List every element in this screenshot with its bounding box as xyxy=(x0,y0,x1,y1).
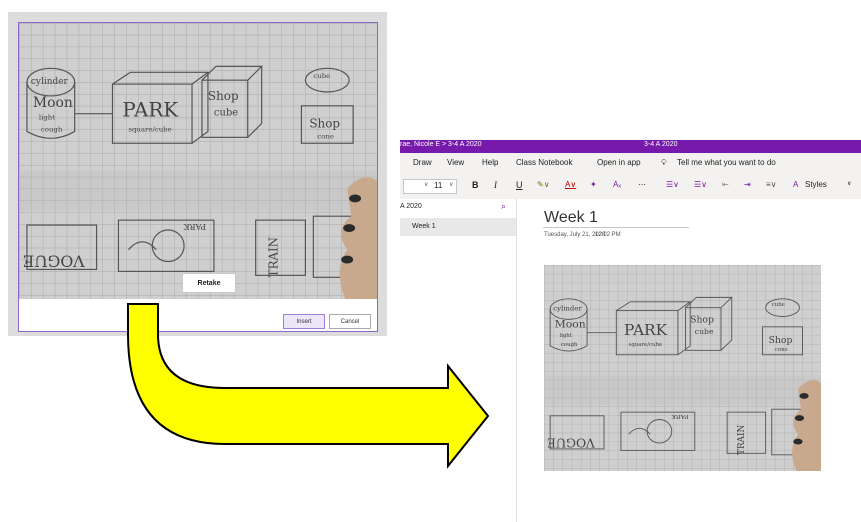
sidebar: A 2020 ⌕ Week 1 xyxy=(400,199,517,522)
notebook-title: 3-4 A 2020 xyxy=(644,141,678,148)
menu-draw[interactable]: Draw xyxy=(413,158,432,167)
breadcrumb[interactable]: rae, Nicole E > 3-4 A 2020 xyxy=(400,140,482,149)
retake-button[interactable]: Retake xyxy=(182,273,236,293)
inserted-image[interactable] xyxy=(544,265,821,471)
menu-help[interactable]: Help xyxy=(482,158,498,167)
numbering-icon[interactable]: ☰∨ xyxy=(694,180,707,189)
tell-me-search[interactable]: Tell me what you want to do xyxy=(677,158,776,167)
styles-icon[interactable]: A xyxy=(793,180,798,189)
styles-chevron-icon[interactable]: ∨ xyxy=(847,180,851,187)
onenote-window: rae, Nicole E > 3-4 A 2020 3-4 A 2020 Dr… xyxy=(400,140,861,522)
outdent-icon[interactable]: ⇤ xyxy=(722,180,729,189)
ribbon-toolbar: ∨ 11 ∨ B I U ✎∨ A∨ ✦ Aₓ ⋯ ☰∨ ☰∨ ⇤ ⇥ ≡∨ A… xyxy=(400,174,861,200)
title-underline xyxy=(543,227,689,228)
menu-view[interactable]: View xyxy=(447,158,464,167)
styles-button[interactable]: Styles xyxy=(805,180,827,189)
eraser-icon[interactable]: ✦ xyxy=(590,180,597,189)
underline-icon[interactable]: U xyxy=(516,180,523,190)
clear-formatting-icon[interactable]: Aₓ xyxy=(613,180,621,189)
title-bar: rae, Nicole E > 3-4 A 2020 3-4 A 2020 xyxy=(400,140,861,153)
bold-icon[interactable]: B xyxy=(472,180,479,190)
page-title[interactable]: Week 1 xyxy=(544,209,598,227)
align-icon[interactable]: ≡∨ xyxy=(766,180,777,189)
open-in-app-link[interactable]: Open in app xyxy=(597,158,641,167)
insert-button[interactable]: Insert xyxy=(283,314,325,329)
page-item-label: Week 1 xyxy=(412,223,436,230)
font-name-chevron-icon[interactable]: ∨ xyxy=(424,181,428,188)
page-time: 12:02 PM xyxy=(595,232,621,238)
search-icon[interactable]: ⌕ xyxy=(501,201,506,212)
menu-class-notebook[interactable]: Class Notebook xyxy=(516,158,572,167)
font-size-value: 11 xyxy=(434,181,443,190)
font-color-icon[interactable]: A∨ xyxy=(565,180,576,189)
cancel-button[interactable]: Cancel xyxy=(329,314,371,329)
captured-photo: Retake xyxy=(19,23,377,299)
lightbulb-icon: 💡︎ xyxy=(661,158,667,167)
italic-icon[interactable]: I xyxy=(494,180,497,190)
bullets-icon[interactable]: ☰∨ xyxy=(666,180,679,189)
section-name[interactable]: A 2020 xyxy=(400,203,422,210)
menu-bar: Draw View Help Class Notebook Open in ap… xyxy=(400,153,861,174)
font-size-select[interactable]: ∨ 11 ∨ xyxy=(403,179,457,194)
indent-icon[interactable]: ⇥ xyxy=(744,180,751,189)
chevron-down-icon: ∨ xyxy=(449,182,454,188)
page-canvas[interactable]: Week 1 Tuesday, July 21, 2020 12:02 PM xyxy=(517,199,861,522)
capture-footer: Insert Cancel xyxy=(19,299,377,331)
highlighter-icon[interactable]: ✎∨ xyxy=(537,180,550,189)
capture-frame: Retake Insert Cancel xyxy=(18,22,378,332)
more-icon[interactable]: ⋯ xyxy=(638,180,646,189)
capture-dialog: Retake Insert Cancel xyxy=(8,12,387,336)
page-list-item[interactable]: Week 1 xyxy=(400,218,516,236)
